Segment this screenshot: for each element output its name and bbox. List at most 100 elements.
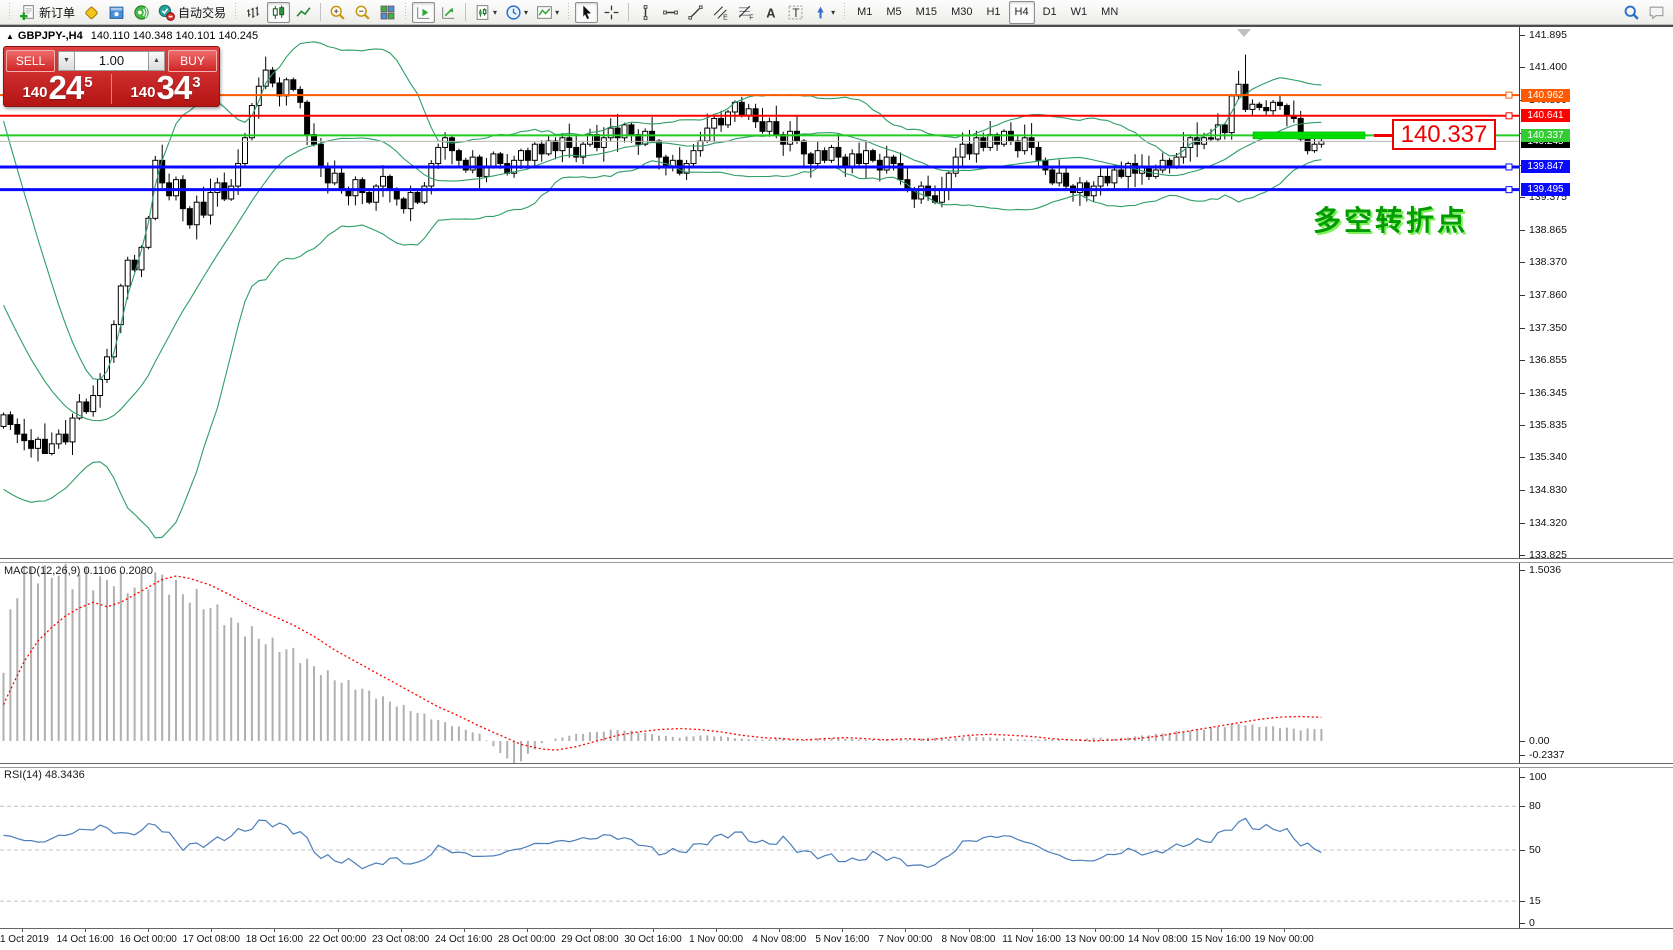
vertical-line-button[interactable] <box>634 2 657 23</box>
toolbar-drag-handle[interactable] <box>842 3 847 21</box>
search-button[interactable] <box>1620 2 1643 23</box>
time-tick-label: 29 Oct 08:00 <box>561 934 618 945</box>
toolbar-drag-handle[interactable] <box>403 3 408 21</box>
ohlc-values: 140.110 140.348 140.101 140.245 <box>91 30 258 42</box>
timeframe-m1-button[interactable]: M1 <box>851 1 878 24</box>
time-tick-label: 30 Oct 16:00 <box>624 934 681 945</box>
one-click-trading-panel: SELL ▼ ▲ BUY 140 24 5 140 34 3 <box>3 46 220 107</box>
fibonacci-button[interactable]: F <box>734 2 757 23</box>
volume-decrease-button[interactable]: ▼ <box>58 51 75 71</box>
candlestick-chart-button[interactable] <box>267 2 290 23</box>
axis-tick <box>1520 523 1525 524</box>
axis-tick <box>1520 457 1525 458</box>
zoom-in-button[interactable] <box>326 2 349 23</box>
quotes-button[interactable] <box>80 2 103 23</box>
line-chart-button[interactable] <box>292 2 315 23</box>
scroll-to-end-button[interactable] <box>412 2 435 23</box>
time-tick <box>274 929 275 932</box>
axis-tick <box>1520 360 1525 361</box>
yellow-tile-icon <box>83 4 100 21</box>
timeframe-w1-button[interactable]: W1 <box>1065 1 1094 24</box>
trend-icon <box>687 4 704 21</box>
buy-price[interactable]: 140 34 3 <box>112 72 219 106</box>
new-order-button[interactable]: 新订单 <box>16 2 78 23</box>
time-tick-label: 8 Nov 08:00 <box>942 934 996 945</box>
hline-icon <box>662 4 679 21</box>
chart-shift-marker-icon[interactable] <box>1237 29 1251 37</box>
collapse-triangle-icon[interactable]: ▲ <box>6 32 14 41</box>
crosshair-button[interactable] <box>600 2 623 23</box>
time-tick-label: 18 Oct 16:00 <box>246 934 303 945</box>
rsi-axis-label: 50 <box>1529 844 1541 856</box>
time-tick-label: 24 Oct 16:00 <box>435 934 492 945</box>
zoom-out-button[interactable] <box>351 2 374 23</box>
toolbar-drag-handle[interactable] <box>566 3 571 21</box>
textT-icon: T <box>787 4 804 21</box>
arrows-dropdown[interactable]: ▾ <box>809 2 838 23</box>
text-button[interactable]: A <box>759 2 782 23</box>
autotrading-button[interactable]: 自动交易 <box>155 2 229 23</box>
indicator-icon <box>536 4 553 21</box>
price-tick-label: 134.830 <box>1529 484 1567 496</box>
toolbar-drag-handle[interactable] <box>7 3 12 21</box>
search-icon <box>1623 4 1640 21</box>
text-label-button[interactable]: T <box>784 2 807 23</box>
timeframe-h1-button[interactable]: H1 <box>980 1 1006 24</box>
bar-chart-button[interactable] <box>242 2 265 23</box>
signals-button[interactable] <box>130 2 153 23</box>
trendline-button[interactable] <box>684 2 707 23</box>
pane-separator[interactable] <box>0 763 1673 768</box>
price-tick-label: 136.855 <box>1529 354 1567 366</box>
indicators-dropdown[interactable]: ▾ <box>533 2 562 23</box>
axis-tick <box>1520 755 1525 756</box>
toolbar-drag-handle[interactable] <box>233 3 238 21</box>
price-chart[interactable] <box>0 27 1519 558</box>
time-tick <box>1221 929 1222 932</box>
timeframe-d1-button[interactable]: D1 <box>1037 1 1063 24</box>
time-tick-label: 7 Nov 00:00 <box>878 934 932 945</box>
chevron-down-icon[interactable]: ▾ <box>831 8 835 17</box>
time-axis[interactable]: 11 Oct 201914 Oct 16:0016 Oct 00:0017 Oc… <box>0 928 1673 950</box>
timeframe-m30-button[interactable]: M30 <box>945 1 978 24</box>
price-tick-label: 141.400 <box>1529 61 1567 73</box>
chart-annotation-text[interactable]: 多空转折点 <box>1313 199 1468 239</box>
time-tick <box>464 929 465 932</box>
timeframe-m15-button[interactable]: M15 <box>910 1 943 24</box>
macd-indicator-label: MACD(12,26,9) 0.1106 0.2080 <box>4 565 153 577</box>
rsi-pane[interactable] <box>0 767 1519 927</box>
volume-increase-button[interactable]: ▲ <box>148 51 165 71</box>
pane-separator[interactable] <box>0 558 1673 563</box>
horizontal-line-button[interactable] <box>659 2 682 23</box>
terminal-window-button[interactable] <box>105 2 128 23</box>
timeframe-mn-button[interactable]: MN <box>1095 1 1124 24</box>
svg-text:A: A <box>766 5 775 20</box>
auto-scroll-button[interactable] <box>437 2 460 23</box>
time-tick-label: 5 Nov 16:00 <box>815 934 869 945</box>
price-axis[interactable]: 141.895141.400140.890140.380139.875139.3… <box>1519 27 1673 928</box>
timeframe-m5-button[interactable]: M5 <box>880 1 907 24</box>
new-chart-dropdown[interactable]: ▾ <box>471 2 500 23</box>
timeframe-h4-button[interactable]: H4 <box>1009 1 1035 24</box>
textA-icon: A <box>762 4 779 21</box>
price-callout[interactable]: 140.337 <box>1392 119 1496 150</box>
new-order-button-label: 新订单 <box>39 4 75 21</box>
cursor-button[interactable] <box>575 2 598 23</box>
time-tick <box>148 929 149 932</box>
volume-input[interactable] <box>75 51 148 71</box>
zoom-out-icon <box>354 4 371 21</box>
auto-scroll-icon <box>440 4 457 21</box>
macd-pane[interactable] <box>0 563 1519 763</box>
svg-text:T: T <box>792 6 799 19</box>
equidistant-channel-button[interactable]: E <box>709 2 732 23</box>
periodicity-dropdown[interactable]: ▾ <box>502 2 531 23</box>
chevron-down-icon[interactable]: ▾ <box>493 8 497 17</box>
sell-price[interactable]: 140 24 5 <box>4 72 111 106</box>
chevron-down-icon[interactable]: ▾ <box>524 8 528 17</box>
tile-windows-button[interactable] <box>376 2 399 23</box>
chat-button[interactable] <box>1645 2 1668 23</box>
price-tick-label: 141.895 <box>1529 29 1567 41</box>
bars-icon <box>245 4 262 21</box>
axis-tick <box>1520 555 1525 556</box>
chevron-down-icon[interactable]: ▾ <box>555 8 559 17</box>
time-tick-label: 23 Oct 08:00 <box>372 934 429 945</box>
